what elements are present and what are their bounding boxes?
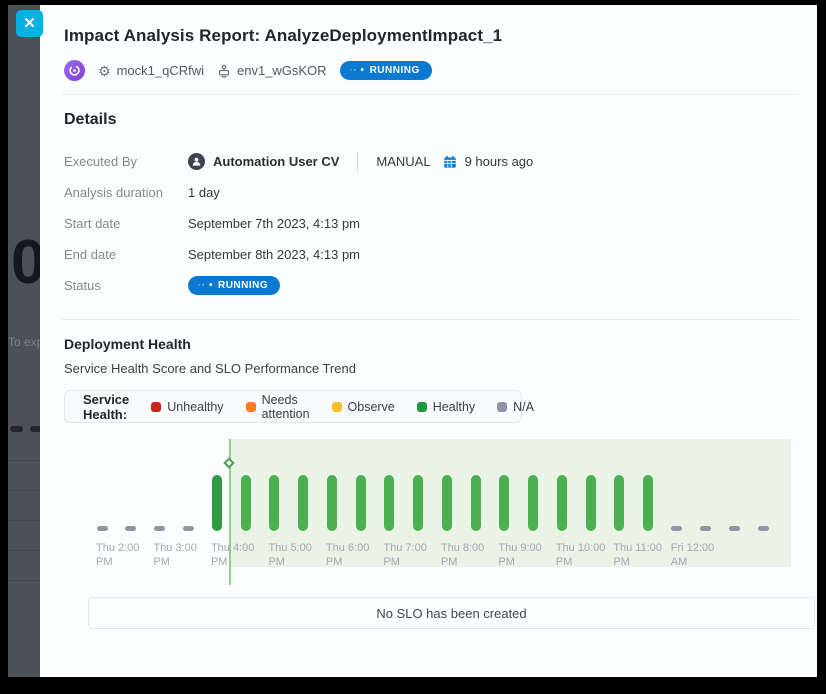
detail-label: Executed By bbox=[64, 154, 188, 169]
report-meta-row: ⚙︎ mock1_qCRfwi env1_wGsKOR ·· • RUNN bbox=[64, 60, 793, 81]
background-page: 0 To exp ✕ Impact Analysis Report: Analy… bbox=[8, 5, 817, 677]
x-axis-label: Thu 6:00 PM bbox=[326, 541, 384, 569]
health-score-bar[interactable] bbox=[499, 475, 509, 531]
x-axis-label: Thu 11:00 PM bbox=[613, 541, 671, 569]
health-score-bar[interactable] bbox=[471, 475, 481, 531]
no-data-point[interactable] bbox=[758, 526, 769, 531]
service-name: mock1_qCRfwi bbox=[117, 63, 204, 78]
no-data-point[interactable] bbox=[183, 526, 194, 531]
no-data-point[interactable] bbox=[154, 526, 165, 531]
health-score-bar[interactable] bbox=[586, 475, 596, 531]
health-score-bar[interactable] bbox=[241, 475, 251, 531]
running-dots-icon: ·· • bbox=[350, 65, 365, 76]
detail-value: September 8th 2023, 4:13 pm bbox=[188, 247, 360, 262]
detail-value: September 7th 2023, 4:13 pm bbox=[188, 216, 360, 231]
details-section: Details Executed By Automation User CV bbox=[40, 95, 817, 319]
x-axis-label: Thu 7:00 PM bbox=[383, 541, 441, 569]
detail-label: End date bbox=[64, 247, 188, 262]
x-axis-label: Thu 2:00 PM bbox=[96, 541, 154, 569]
na-swatch-icon bbox=[497, 402, 507, 412]
legend-item-unhealthy: Unhealthy bbox=[151, 400, 223, 414]
legend-item-healthy: Healthy bbox=[417, 400, 475, 414]
gear-icon: ⚙︎ bbox=[98, 64, 111, 78]
needs-attention-swatch-icon bbox=[246, 402, 256, 412]
impact-analysis-drawer: Impact Analysis Report: AnalyzeDeploymen… bbox=[40, 5, 817, 677]
x-axis-label: Thu 3:00 PM bbox=[153, 541, 211, 569]
legend-item-na: N/A bbox=[497, 400, 534, 414]
detail-label: Start date bbox=[64, 216, 188, 231]
health-score-bar[interactable] bbox=[212, 475, 222, 531]
detail-label: Status bbox=[64, 278, 188, 293]
health-score-bar[interactable] bbox=[327, 475, 337, 531]
details-heading: Details bbox=[64, 111, 793, 129]
health-score-bar[interactable] bbox=[298, 475, 308, 531]
service-logo-icon bbox=[68, 64, 81, 77]
x-axis-label: Thu 5:00 PM bbox=[268, 541, 326, 569]
status-badge-running: ·· • RUNNING bbox=[188, 276, 280, 295]
health-score-bar[interactable] bbox=[442, 475, 452, 531]
detail-row-executed-by: Executed By Automation User CV MANUAL bbox=[64, 146, 793, 177]
no-data-point[interactable] bbox=[700, 526, 711, 531]
environment-meta[interactable]: env1_wGsKOR bbox=[217, 63, 327, 78]
health-score-bar[interactable] bbox=[528, 475, 538, 531]
health-chart: Thu 2:00 PMThu 3:00 PMThu 4:00 PMThu 5:0… bbox=[64, 433, 791, 585]
page-title: Impact Analysis Report: AnalyzeDeploymen… bbox=[64, 26, 793, 46]
health-score-bar[interactable] bbox=[384, 475, 394, 531]
drawer-header: Impact Analysis Report: AnalyzeDeploymen… bbox=[40, 5, 817, 94]
detail-row-status: Status ·· • RUNNING bbox=[64, 270, 793, 301]
status-badge-running: ·· • RUNNING bbox=[340, 61, 432, 80]
running-dots-icon: ·· • bbox=[198, 280, 213, 291]
detail-row: End date September 8th 2023, 4:13 pm bbox=[64, 239, 793, 270]
health-score-bar[interactable] bbox=[614, 475, 624, 531]
user-avatar bbox=[188, 153, 205, 170]
environment-name: env1_wGsKOR bbox=[237, 63, 327, 78]
detail-value: Automation User CV MANUAL bbox=[188, 152, 533, 172]
calendar-icon bbox=[443, 155, 457, 169]
no-data-point[interactable] bbox=[729, 526, 740, 531]
unhealthy-swatch-icon bbox=[151, 402, 161, 412]
background-dash bbox=[10, 426, 23, 432]
executed-by-user: Automation User CV bbox=[213, 154, 339, 169]
background-big-number: 0 bbox=[11, 227, 43, 298]
trigger-type: MANUAL bbox=[376, 154, 430, 169]
no-data-point[interactable] bbox=[125, 526, 136, 531]
x-axis-label: Thu 9:00 PM bbox=[498, 541, 556, 569]
monitored-service-avatar bbox=[64, 60, 85, 81]
x-axis-label: Fri 12:00 AM bbox=[671, 541, 729, 569]
no-data-point[interactable] bbox=[671, 526, 682, 531]
health-score-bar[interactable] bbox=[356, 475, 366, 531]
slo-empty-state: No SLO has been created bbox=[88, 597, 815, 629]
health-score-bar[interactable] bbox=[643, 475, 653, 531]
service-meta[interactable]: ⚙︎ mock1_qCRfwi bbox=[98, 63, 204, 78]
screenshot-stage: 0 To exp ✕ Impact Analysis Report: Analy… bbox=[0, 0, 826, 694]
background-partial-text: To exp bbox=[8, 335, 43, 349]
service-health-legend: Service Health: Unhealthy Needs attentio… bbox=[64, 390, 522, 423]
x-axis-label: Thu 10:00 PM bbox=[556, 541, 614, 569]
close-icon: ✕ bbox=[23, 15, 36, 32]
deployment-health-heading: Deployment Health bbox=[64, 336, 793, 352]
chart-subtitle: Service Health Score and SLO Performance… bbox=[64, 361, 793, 376]
legend-item-needs-attention: Needs attention bbox=[246, 393, 310, 421]
legend-item-observe: Observe bbox=[332, 400, 395, 414]
environment-icon bbox=[217, 64, 231, 78]
x-axis-label: Thu 4:00 PM bbox=[211, 541, 269, 569]
health-score-bar[interactable] bbox=[413, 475, 423, 531]
x-axis-label: Thu 8:00 PM bbox=[441, 541, 499, 569]
observe-swatch-icon bbox=[332, 402, 342, 412]
health-score-bar[interactable] bbox=[557, 475, 567, 531]
detail-value: 1 day bbox=[188, 185, 220, 200]
person-icon bbox=[191, 156, 202, 167]
health-score-bar[interactable] bbox=[269, 475, 279, 531]
close-drawer-button[interactable]: ✕ bbox=[16, 10, 43, 37]
healthy-swatch-icon bbox=[417, 402, 427, 412]
executed-time: 9 hours ago bbox=[465, 154, 534, 169]
vertical-separator bbox=[357, 152, 358, 172]
legend-title: Service Health: bbox=[83, 392, 129, 422]
detail-label: Analysis duration bbox=[64, 185, 188, 200]
detail-row: Start date September 7th 2023, 4:13 pm bbox=[64, 208, 793, 239]
no-data-point[interactable] bbox=[97, 526, 108, 531]
deployment-health-section: Deployment Health Service Health Score a… bbox=[40, 320, 817, 629]
detail-row: Analysis duration 1 day bbox=[64, 177, 793, 208]
slo-empty-message: No SLO has been created bbox=[376, 606, 526, 621]
